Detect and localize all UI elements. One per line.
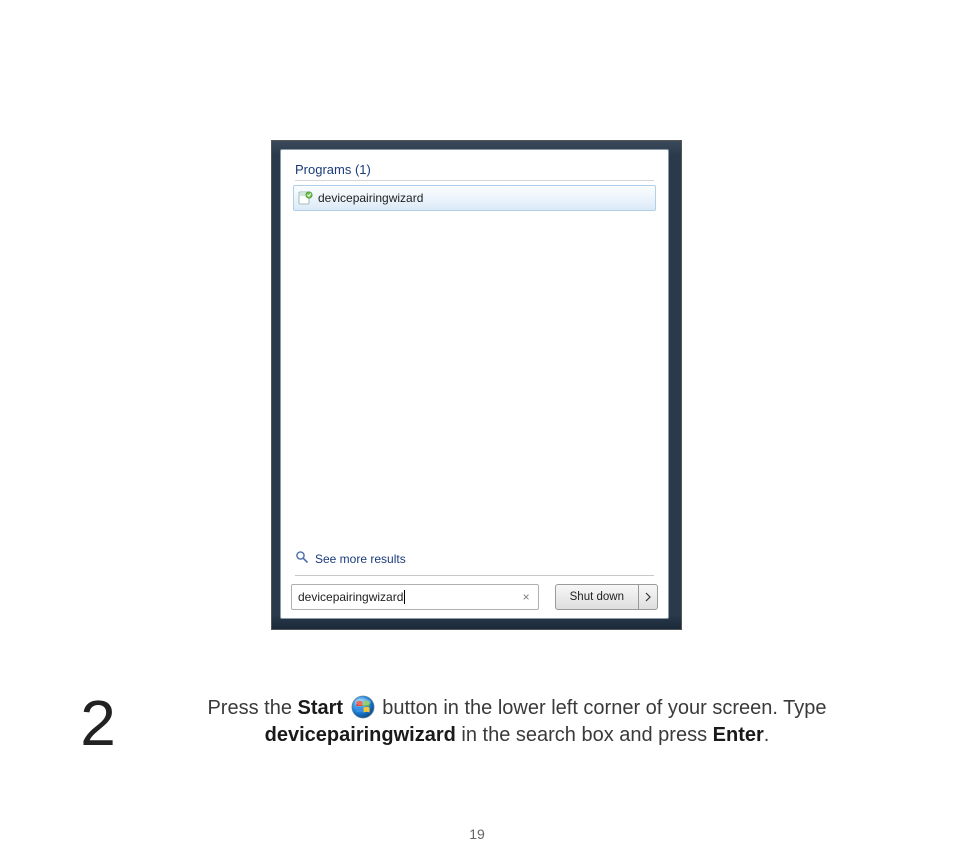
chevron-right-icon <box>645 592 651 602</box>
see-more-results-link[interactable]: See more results <box>295 550 654 567</box>
search-result-devicepairingwizard[interactable]: devicepairingwizard <box>293 185 656 211</box>
search-result-label: devicepairingwizard <box>318 191 423 205</box>
start-menu-panel: Programs (1) devicepairingwizard <box>280 149 669 619</box>
programs-section-header: Programs (1) <box>295 162 654 177</box>
shutdown-menu-arrow[interactable] <box>638 584 658 610</box>
bottom-divider <box>295 575 654 576</box>
wizard-app-icon <box>298 190 314 206</box>
shutdown-button-group: Shut down <box>555 584 658 610</box>
step-number: 2 <box>70 695 126 753</box>
shutdown-label: Shut down <box>570 591 624 603</box>
windows-start-orb-icon <box>351 695 375 719</box>
start-menu-screenshot: Programs (1) devicepairingwizard <box>271 140 682 630</box>
header-divider <box>295 180 654 181</box>
search-input-value: devicepairingwizard <box>298 590 521 605</box>
results-blank-area <box>289 211 660 546</box>
clear-search-icon[interactable]: × <box>521 590 532 604</box>
shutdown-button[interactable]: Shut down <box>555 584 638 610</box>
search-input[interactable]: devicepairingwizard × <box>291 584 539 610</box>
see-more-label: See more results <box>315 552 406 566</box>
instruction-step: 2 Press the Start <box>70 695 884 753</box>
magnifier-icon <box>295 550 309 567</box>
page-number: 19 <box>0 826 954 842</box>
start-menu-bottom-row: devicepairingwizard × Shut down <box>289 584 660 610</box>
instruction-text: Press the Start <box>150 695 884 749</box>
